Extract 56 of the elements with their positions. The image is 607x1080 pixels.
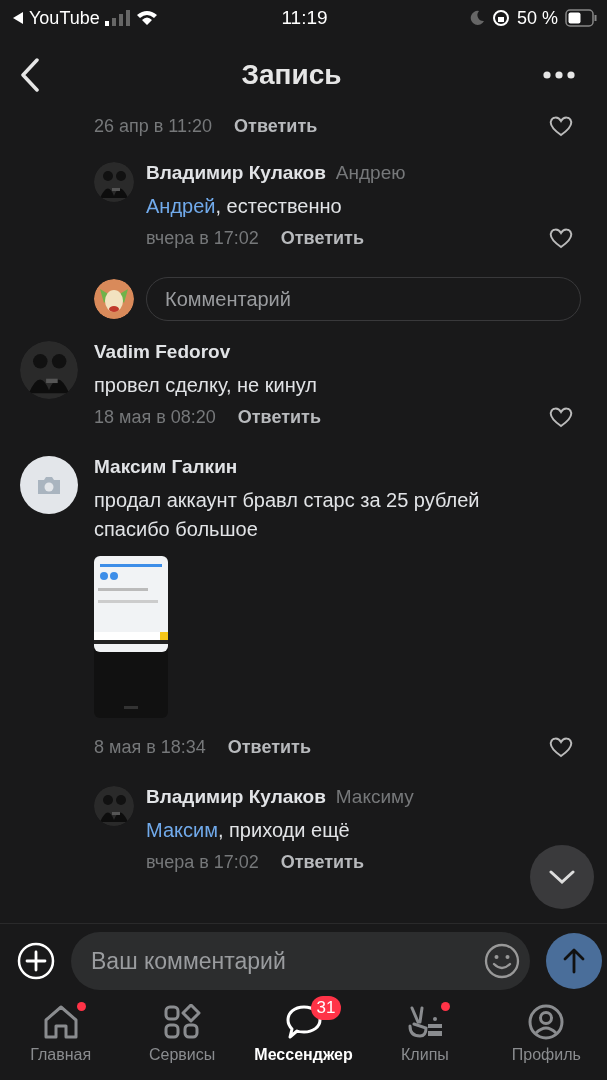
tab[interactable]: Профиль [485,998,607,1080]
add-icon[interactable] [17,942,55,980]
author-name[interactable]: Владимир Кулаков [146,162,326,184]
rotation-lock-icon [491,9,510,27]
grid-icon [163,1004,202,1040]
reply-link[interactable]: Ответить [237,406,321,428]
send-button[interactable] [546,933,602,989]
tab[interactable]: Сервисы [121,998,243,1080]
back-app-label[interactable]: YouTube [29,7,100,29]
chevron-down-icon [549,870,575,884]
heart-icon[interactable] [549,736,573,758]
tab[interactable]: Главная [0,998,122,1080]
more-icon[interactable] [543,71,575,79]
battery-icon [565,9,597,27]
author-name[interactable]: Владимир Кулаков [146,786,326,808]
addressee: Андрею [335,162,406,184]
tab[interactable]: Клипы [364,998,486,1080]
smiley-icon[interactable] [484,943,520,979]
comment-time: 18 мая в 08:20 [94,406,216,428]
comment-input[interactable]: Ваш комментарий [71,932,530,990]
battery-percent: 50 % [516,7,558,29]
placeholder: Ваш комментарий [91,947,286,975]
heart-icon[interactable] [549,406,573,428]
heart-icon[interactable] [549,115,573,137]
comment-time: 26 апр в 11:20 [94,115,213,137]
placeholder: Комментарий [165,287,291,311]
wifi-icon [135,10,158,26]
reply-link[interactable]: Ответить [280,851,364,873]
back-arrow-icon[interactable] [12,11,24,25]
profile-icon [527,1004,566,1040]
comment-text: продал аккаунт бравл старс за 25 рублей спасибо большое [94,488,481,542]
reply-link[interactable]: Ответить [234,115,318,137]
reply-link[interactable]: Ответить [227,736,311,758]
mention-link[interactable]: Максим [146,819,218,841]
comment-time: вчера в 17:02 [146,227,259,249]
back-icon[interactable] [20,58,40,92]
moon-icon [468,10,485,26]
page-title: Запись [241,59,342,91]
heart-icon[interactable] [549,227,573,249]
reply-link[interactable]: Ответить [280,227,364,249]
author-name[interactable]: Vadim Fedorov [94,341,231,363]
camera-icon [36,475,62,495]
comment-time: 8 мая в 18:34 [94,736,206,758]
clock: 11:19 [281,7,328,29]
avatar-circle[interactable] [20,456,78,514]
comment-text: Андрей, естественно [146,194,343,219]
mention-link[interactable]: Андрей [146,195,216,217]
unread-count: 31 [310,996,342,1020]
tab[interactable]: 31 Мессенджер [242,998,365,1080]
author-name[interactable]: Максим Галкин [94,456,238,478]
signal-icon [104,10,131,26]
arrow-up-icon [563,948,585,974]
comment-text: провел сделку, не кинул [94,373,318,398]
comment-text: Максим, приходи ещё [146,818,351,843]
comment-time: вчера в 17:02 [146,851,259,873]
addressee: Максиму [335,786,414,808]
